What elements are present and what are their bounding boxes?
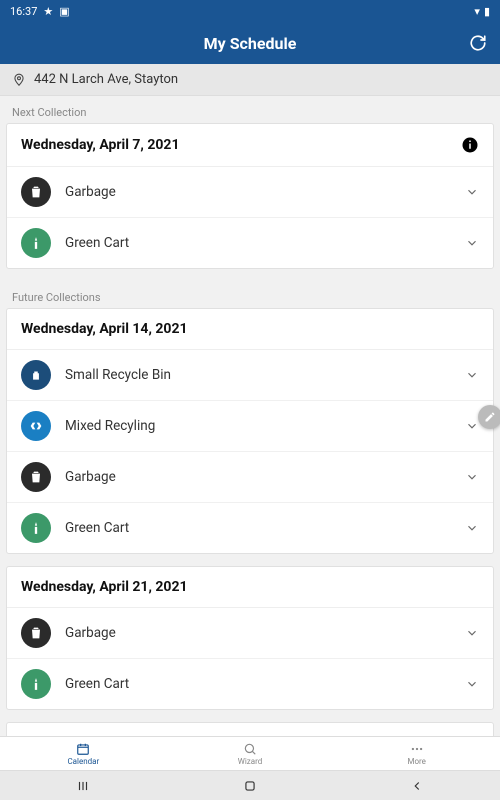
green-cart-icon — [21, 228, 51, 258]
refresh-icon — [469, 34, 487, 52]
more-icon — [410, 742, 424, 756]
collection-card: Wednesday, April 14, 2021 Small Recycle … — [6, 308, 494, 554]
chevron-down-icon — [465, 677, 479, 691]
collection-row[interactable]: Green Cart — [7, 218, 493, 268]
garbage-icon — [21, 462, 51, 492]
small-recycle-icon — [21, 360, 51, 390]
chevron-down-icon — [465, 236, 479, 250]
collection-card: Wednesday, April 21, 2021 Garbage Green … — [6, 566, 494, 710]
row-label: Green Cart — [65, 235, 451, 251]
row-label: Garbage — [65, 469, 451, 485]
card-date: Wednesday, April 7, 2021 — [21, 137, 179, 153]
row-label: Green Cart — [65, 676, 451, 692]
collection-row[interactable]: Garbage — [7, 608, 493, 659]
back-icon — [410, 779, 424, 793]
collection-row[interactable]: Green Cart — [7, 659, 493, 709]
tab-calendar[interactable]: Calendar — [0, 737, 167, 770]
page-title: My Schedule — [204, 34, 297, 53]
tab-label: More — [407, 757, 425, 766]
calendar-icon — [76, 742, 90, 756]
chevron-down-icon — [465, 626, 479, 640]
row-label: Garbage — [65, 184, 451, 200]
app-bar: My Schedule — [0, 22, 500, 64]
wizard-icon — [243, 742, 257, 756]
content-scroll[interactable]: Next Collection Wednesday, April 7, 2021… — [0, 96, 500, 736]
row-label: Mixed Recyling — [65, 418, 451, 434]
edit-fab[interactable] — [478, 405, 500, 429]
card-date: Wednesday, April 14, 2021 — [21, 321, 188, 337]
battery-icon: ▮ — [484, 5, 490, 18]
section-next-label: Next Collection — [0, 96, 500, 123]
nav-recent-button[interactable] — [68, 776, 98, 796]
chevron-down-icon — [465, 185, 479, 199]
tab-more[interactable]: More — [333, 737, 500, 770]
card-date-header: Wednesday, April 28, 2021 — [7, 723, 493, 736]
card-date-header: Wednesday, April 14, 2021 — [7, 309, 493, 350]
system-nav-bar — [0, 770, 500, 800]
nav-back-button[interactable] — [402, 776, 432, 796]
card-date-header: Wednesday, April 21, 2021 — [7, 567, 493, 608]
collection-row[interactable]: Mixed Recyling — [7, 401, 493, 452]
bottom-tabs: Calendar Wizard More — [0, 736, 500, 770]
recent-icon — [75, 779, 91, 793]
signal-icon: ▾ — [474, 5, 480, 18]
chevron-down-icon — [465, 521, 479, 535]
green-cart-icon — [21, 669, 51, 699]
collection-row[interactable]: Garbage — [7, 167, 493, 218]
row-label: Green Cart — [65, 520, 451, 536]
status-time: 16:37 — [10, 5, 37, 18]
chevron-down-icon — [465, 368, 479, 382]
section-future-label: Future Collections — [0, 281, 500, 308]
chevron-down-icon — [465, 470, 479, 484]
garbage-icon — [21, 177, 51, 207]
card-date: Wednesday, April 21, 2021 — [21, 579, 188, 595]
nav-home-button[interactable] — [235, 776, 265, 796]
tab-label: Wizard — [238, 757, 263, 766]
extra-icon: ▣ — [59, 5, 69, 18]
collection-card: Wednesday, April 28, 2021 Small Recycle … — [6, 722, 494, 736]
refresh-button[interactable] — [468, 33, 488, 53]
collection-row[interactable]: Small Recycle Bin — [7, 350, 493, 401]
home-icon — [243, 779, 257, 793]
garbage-icon — [21, 618, 51, 648]
green-cart-icon — [21, 513, 51, 543]
mixed-recycle-icon — [21, 411, 51, 441]
collection-row[interactable]: Garbage — [7, 452, 493, 503]
info-icon[interactable] — [461, 136, 479, 154]
chevron-down-icon — [465, 419, 479, 433]
location-pin-icon — [12, 73, 26, 87]
row-label: Garbage — [65, 625, 451, 641]
collection-card: Wednesday, April 7, 2021 Garbage Green C… — [6, 123, 494, 269]
status-bar: 16:37 ★ ▣ ▾ ▮ — [0, 0, 500, 22]
address-text: 442 N Larch Ave, Stayton — [34, 72, 178, 87]
card-date-header: Wednesday, April 7, 2021 — [7, 124, 493, 167]
pencil-icon — [484, 411, 496, 423]
collection-row[interactable]: Green Cart — [7, 503, 493, 553]
tab-label: Calendar — [67, 757, 99, 766]
tab-wizard[interactable]: Wizard — [167, 737, 334, 770]
row-label: Small Recycle Bin — [65, 367, 451, 383]
address-bar[interactable]: 442 N Larch Ave, Stayton — [0, 64, 500, 96]
star-icon: ★ — [43, 5, 53, 18]
